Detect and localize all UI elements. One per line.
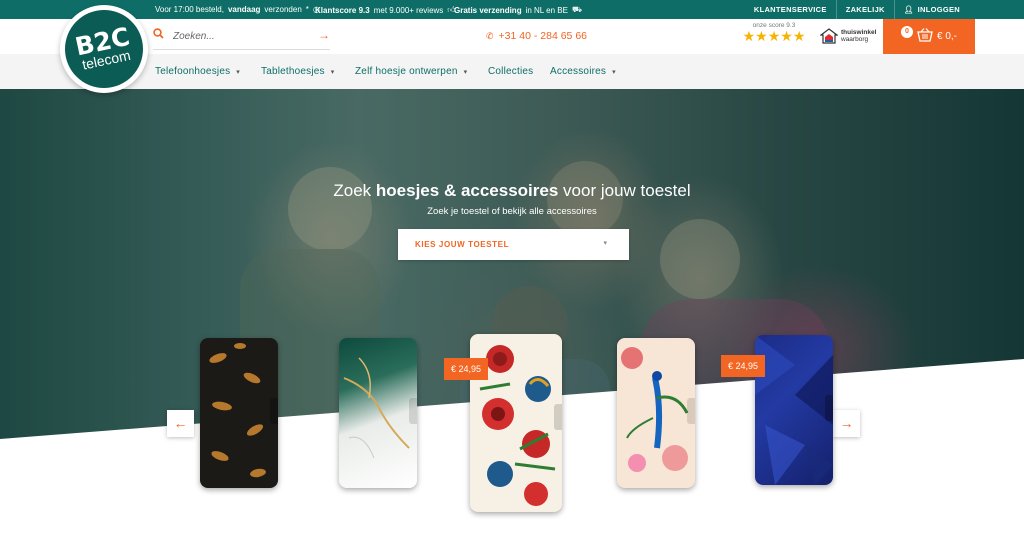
nav-label: Telefoonhoesjes [155, 66, 231, 77]
carousel-next-button[interactable]: → [833, 410, 860, 437]
usp-score-bold: Klantscore 9.3 [315, 5, 370, 15]
chevron-down-icon: ▾ [603, 240, 607, 247]
thuiswinkel-line2: waarborg [841, 36, 869, 43]
usp-delivery-post: verzonden [264, 5, 302, 14]
main-navigation: Telefoonhoesjes ▾ Tablethoesjes ▾ Zelf hoe… [0, 54, 1024, 89]
star-rating-icon: ★★★★★ [742, 28, 806, 44]
usp-score: Klantscore 9.3 met 9.000+ reviews 👍︎ [315, 5, 456, 15]
chevron-down-icon: ▾ [463, 69, 468, 76]
search-input[interactable] [173, 26, 313, 46]
nav-item-zelf-ontwerpen[interactable]: Zelf hoesje ontwerpen ▾ [355, 66, 467, 77]
chevron-down-icon: ▾ [612, 69, 616, 76]
arrow-right-icon[interactable]: → [318, 28, 330, 42]
user-icon: 👤︎ [903, 5, 914, 14]
case-clasp [270, 398, 278, 424]
cart-total: € 0,- [936, 31, 957, 42]
nav-item-telefoonhoesjes[interactable]: Telefoonhoesjes ▾ [155, 66, 240, 77]
thuiswinkel-badge[interactable]: thuiswinkel waarborg [819, 28, 877, 44]
thuiswinkel-logo-icon [819, 28, 839, 44]
arrow-right-icon: → [839, 415, 854, 431]
usp-delivery: Voor 17:00 besteld, vandaag verzonden * … [155, 5, 320, 14]
device-select[interactable]: KIES JOUW TOESTEL ▾ [398, 229, 629, 260]
top-links: KLANTENSERVICE ZAKELIJK 👤︎ INLOGGEN [745, 0, 969, 19]
customer-score[interactable]: onze score 9.3 ★★★★★ [739, 22, 809, 43]
business-link[interactable]: ZAKELIJK [835, 0, 894, 19]
nav-label: Collecties [488, 66, 534, 77]
login-label: INLOGGEN [917, 5, 960, 14]
product-blue-geometric-case[interactable] [755, 335, 833, 485]
usp-score-post: met 9.000+ reviews [373, 5, 444, 15]
product-marble-case[interactable] [339, 338, 417, 488]
geometric-pattern [755, 335, 833, 485]
marble-pattern [343, 357, 410, 459]
search-icon [153, 28, 164, 42]
logo[interactable]: B2C telecom [57, 2, 151, 96]
case-clasp [687, 398, 695, 424]
hero-title-post: voor jouw toestel [563, 181, 691, 200]
nav-label: Zelf hoesje ontwerpen [355, 66, 458, 77]
nav-label: Tablethoesjes [261, 66, 325, 77]
header: B2C telecom → ✆ +31 40 - 284 65 66 onze s… [0, 2, 1024, 96]
hero-banner: Zoek hoesjes & accessoires voor jouw toe… [0, 89, 1024, 534]
leopard-pattern [209, 343, 266, 478]
nav-label: Accessoires [550, 66, 607, 77]
usp-shipping-bold: Gratis verzending [454, 5, 522, 15]
truck-icon: ⛟ [571, 5, 583, 14]
carousel-prev-button[interactable]: ← [167, 410, 194, 437]
hero-title-bold: hoesjes & accessoires [375, 181, 559, 200]
nav-item-accessoires[interactable]: Accessoires ▾ [550, 66, 616, 77]
chevron-down-icon: ▾ [330, 69, 335, 76]
customer-service-link[interactable]: KLANTENSERVICE [745, 0, 836, 19]
search-bar: → [153, 26, 330, 50]
device-select-label: KIES JOUW TOESTEL [415, 240, 510, 249]
arrow-left-icon: ← [173, 415, 188, 431]
chevron-down-icon: ▾ [236, 69, 240, 76]
hero-subtitle: Zoek je toestel of bekijk alle accessoir… [427, 206, 597, 217]
price-tag: € 24,95 [444, 358, 489, 380]
phone-number[interactable]: ✆ +31 40 - 284 65 66 [486, 30, 587, 42]
peacock-pattern [621, 347, 689, 472]
price-tag: € 24,95 [721, 355, 766, 377]
thuiswinkel-line1: thuiswinkel [841, 29, 877, 36]
hero-title-pre: Zoek [333, 181, 372, 200]
usp-shipping-post: in NL en BE [525, 5, 568, 15]
usp-delivery-bold: vandaag [227, 5, 261, 14]
usp-delivery-pre: Voor 17:00 besteld, [155, 5, 224, 14]
usp-delivery-mark: * [305, 5, 309, 14]
cart-button[interactable]: 0 € 0,- [883, 19, 975, 54]
nav-item-tablethoesjes[interactable]: Tablethoesjes ▾ [261, 66, 334, 77]
case-clasp [825, 395, 833, 421]
case-clasp [554, 404, 562, 430]
phone-text: +31 40 - 284 65 66 [498, 30, 587, 42]
usp-shipping: Gratis verzending in NL en BE ⛟ [454, 5, 582, 15]
case-clasp [409, 398, 417, 424]
nav-item-collecties[interactable]: Collecties [488, 66, 533, 77]
login-link[interactable]: 👤︎ INLOGGEN [893, 0, 969, 19]
cart-count-badge: 0 [900, 25, 913, 38]
basket-icon [917, 28, 933, 45]
hero-title: Zoek hoesjes & accessoires voor jouw toe… [0, 181, 1024, 201]
product-peacock-case[interactable] [617, 338, 695, 488]
top-bar: Voor 17:00 besteld, vandaag verzonden * … [0, 0, 1024, 19]
product-leopard-case[interactable] [200, 338, 278, 488]
phone-icon: ✆ [486, 31, 494, 41]
